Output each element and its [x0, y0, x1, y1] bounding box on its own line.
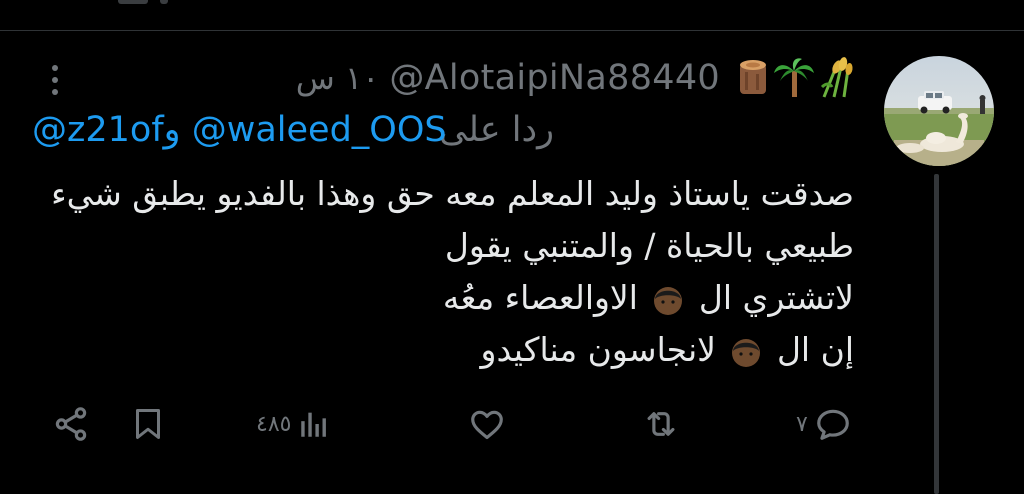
log-icon: [740, 60, 766, 94]
author-handle[interactable]: @AlotaipiNa88440: [389, 58, 720, 98]
top-divider: [0, 30, 1024, 31]
mention-link[interactable]: @waleed_OOS: [192, 110, 447, 150]
person-emoji-icon: [732, 338, 761, 367]
replying-to-mentions: @z21ofو @waleed_OOS: [32, 110, 447, 150]
rice-sheaf-icon: [820, 57, 853, 98]
bookmark-button[interactable]: [130, 398, 172, 450]
previous-tweet-remnant: [160, 0, 168, 4]
tweet-text-fragment: إن ال: [776, 330, 854, 369]
reply-bubble-icon: [816, 409, 849, 440]
tweet-text-line: إن ال لانجاسون مناكيدو: [24, 324, 854, 376]
tweet-text-fragment: لاتشتري ال: [698, 278, 854, 317]
bookmark-icon: [136, 409, 160, 439]
share-icon: [55, 407, 87, 441]
previous-tweet-remnant: [118, 0, 148, 4]
views-button[interactable]: ٤٨٥: [256, 398, 331, 450]
share-button[interactable]: [52, 398, 96, 450]
reply-count: ٧: [796, 411, 808, 437]
tweet-text-fragment: لانجاسون مناكيدو: [480, 330, 716, 369]
author-name-emojis[interactable]: [736, 57, 854, 99]
tweet-header: ١٠ س @AlotaipiNa88440: [296, 54, 854, 102]
more-options-icon[interactable]: [40, 60, 70, 100]
avatar-image: [884, 56, 994, 166]
views-count: ٤٨٥: [256, 411, 292, 437]
retweet-icon: [647, 412, 675, 436]
tweet-text-line: صدقت ياستاذ وليد المعلم معه حق وهذا بالف…: [51, 174, 854, 213]
replying-to-label: ردا على: [439, 110, 554, 150]
retweet-button[interactable]: [640, 398, 688, 450]
tweet-text-fragment: الاوالعصاء معُه: [442, 278, 638, 317]
action-bar: ٤٨٥ ٧: [0, 398, 1024, 450]
mention-conjunction: و: [163, 110, 181, 150]
reply-button[interactable]: ٧: [796, 398, 852, 450]
tweet-text: صدقت ياستاذ وليد المعلم معه حق وهذا بالف…: [24, 168, 854, 376]
palm-tree-icon: [774, 58, 814, 97]
avatar[interactable]: [884, 56, 994, 166]
heart-icon: [471, 410, 503, 440]
person-emoji-icon: [654, 286, 683, 315]
tweet-text-line: لاتشتري ال الاوالعصاء معُه: [24, 272, 854, 324]
views-chart-icon: [301, 412, 327, 437]
mention-link[interactable]: @z21of: [32, 110, 164, 150]
tweet-time[interactable]: ١٠ س: [296, 59, 380, 97]
like-button[interactable]: [468, 398, 512, 450]
tweet-text-line: طبيعي بالحياة / والمتنبي يقول: [444, 226, 854, 265]
